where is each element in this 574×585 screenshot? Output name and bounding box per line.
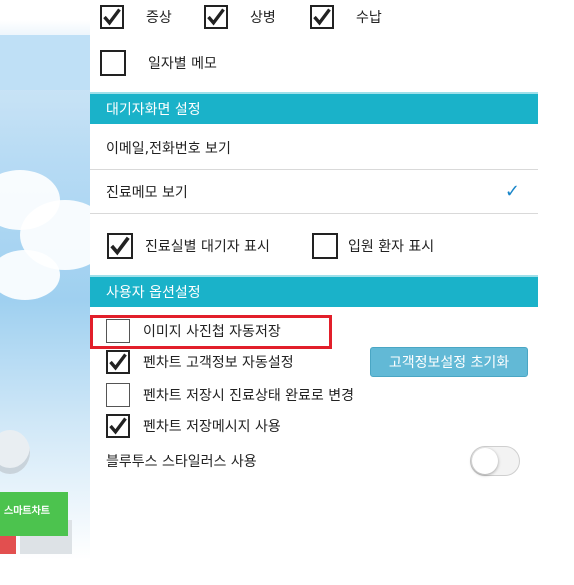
checkbox-icon[interactable] xyxy=(106,383,130,407)
row-email-phone[interactable]: 이메일,전화번호 보기 xyxy=(90,126,538,170)
option-penchart-message[interactable]: 펜차트 저장메시지 사용 xyxy=(106,414,281,438)
section-header-user-options: 사용자 옵션설정 xyxy=(90,275,538,307)
top-check-symptom[interactable]: 증상 xyxy=(100,5,172,29)
settings-panel: 증상 상병 수납 일자별 메모 대기자화면 설정 이메일,전화번호 보기 진료메… xyxy=(90,0,538,585)
option-image-autosave[interactable]: 이미지 사진첩 자동저장 xyxy=(106,319,281,343)
option-penchart-complete[interactable]: 펜차트 저장시 진료상태 완료로 변경 xyxy=(106,383,354,407)
checkbox-icon[interactable] xyxy=(310,5,334,29)
check-room-waiting[interactable]: 진료실별 대기자 표시 xyxy=(107,233,270,259)
checkbox-icon[interactable] xyxy=(100,5,124,29)
row-label: 이메일,전화번호 보기 xyxy=(106,140,231,157)
background-band xyxy=(0,35,90,90)
disc-shape xyxy=(0,430,30,474)
row-label: 진료메모 보기 xyxy=(106,184,188,201)
daily-memo-check[interactable]: 일자별 메모 xyxy=(100,50,217,76)
cloud-shape xyxy=(0,250,60,300)
checkmark-icon: ✓ xyxy=(504,181,520,202)
checkbox-icon[interactable] xyxy=(107,233,133,259)
check-label: 진료실별 대기자 표시 xyxy=(145,239,270,255)
checkbox-icon[interactable] xyxy=(100,50,126,76)
bluetooth-toggle[interactable] xyxy=(470,446,520,476)
checkbox-icon[interactable] xyxy=(106,414,130,438)
option-penchart-customer[interactable]: 펜차트 고객정보 자동설정 xyxy=(106,350,294,374)
option-label: 이미지 사진첩 자동저장 xyxy=(143,324,281,340)
option-label: 펜차트 저장시 진료상태 완료로 변경 xyxy=(143,388,354,404)
checkbox-icon[interactable] xyxy=(106,319,130,343)
bluetooth-row: 블루투스 스타일러스 사용 xyxy=(106,451,257,471)
option-label: 펜차트 고객정보 자동설정 xyxy=(143,355,294,371)
background-illustration: 스마트차트 xyxy=(0,0,90,585)
checkbox-icon[interactable] xyxy=(204,5,228,29)
checkbox-icon[interactable] xyxy=(312,233,338,259)
top-check-payment[interactable]: 수납 xyxy=(310,5,382,29)
option-label: 펜차트 저장메시지 사용 xyxy=(143,419,281,435)
check-label: 증상 xyxy=(146,10,172,26)
toggle-knob[interactable] xyxy=(472,448,498,474)
check-label: 일자별 메모 xyxy=(148,56,217,72)
check-label: 입원 환자 표시 xyxy=(348,239,435,255)
section-header-waiting: 대기자화면 설정 xyxy=(90,92,538,124)
smartchart-badge: 스마트차트 xyxy=(0,492,68,536)
reset-customer-settings-button[interactable]: 고객정보설정 초기화 xyxy=(370,347,528,377)
check-label: 상병 xyxy=(250,10,276,26)
checkbox-icon[interactable] xyxy=(106,350,130,374)
bluetooth-label: 블루투스 스타일러스 사용 xyxy=(106,454,257,470)
row-treatment-memo[interactable]: 진료메모 보기 ✓ xyxy=(90,170,538,214)
check-label: 수납 xyxy=(356,10,382,26)
top-check-disease[interactable]: 상병 xyxy=(204,5,276,29)
check-inpatient[interactable]: 입원 환자 표시 xyxy=(312,233,434,259)
